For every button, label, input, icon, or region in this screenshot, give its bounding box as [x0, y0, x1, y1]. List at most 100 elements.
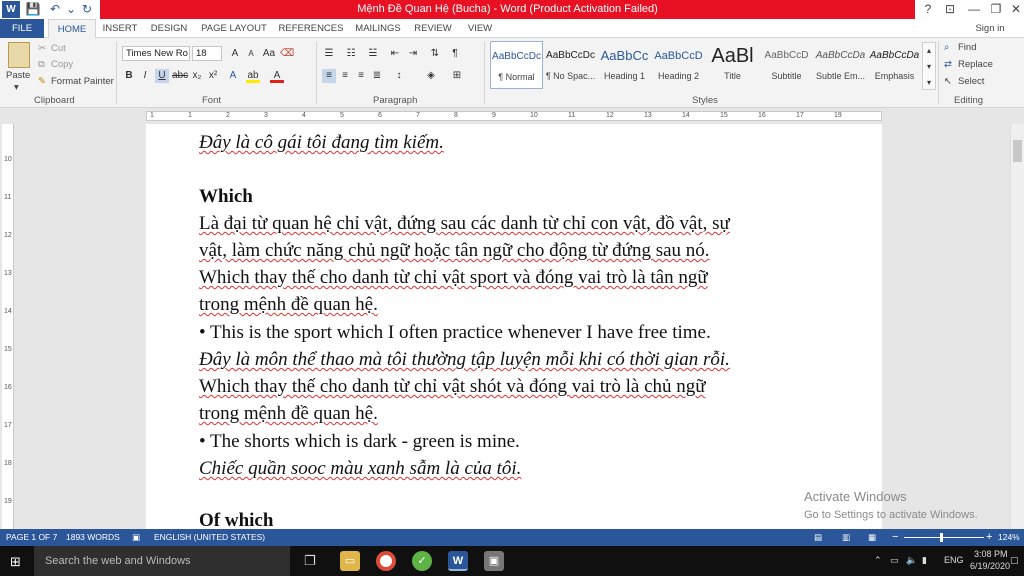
- style-title[interactable]: AaBl Title: [706, 41, 759, 89]
- tab-design[interactable]: DESIGN: [146, 19, 192, 38]
- numbering-icon[interactable]: ☷: [344, 47, 358, 61]
- align-left-icon[interactable]: ≡: [322, 69, 336, 83]
- vertical-ruler[interactable]: 1011121314151617181920: [2, 124, 14, 543]
- document-line[interactable]: Of which: [199, 510, 273, 529]
- volume-icon[interactable]: 🔈: [906, 555, 917, 566]
- document-page[interactable]: Đây là cô gái tôi đang tìm kiếm. Which Là …: [146, 124, 882, 529]
- font-name-combo[interactable]: Times New Ro: [122, 46, 190, 61]
- line-spacing-icon[interactable]: ↕: [392, 69, 406, 83]
- read-mode-icon[interactable]: ▤: [814, 529, 822, 546]
- minimize-button[interactable]: —: [962, 0, 986, 19]
- format-painter-button[interactable]: Format Painter: [51, 76, 114, 87]
- battery-icon[interactable]: ▮: [922, 555, 927, 566]
- multilevel-list-icon[interactable]: ☱: [366, 47, 380, 61]
- document-line[interactable]: Which: [199, 186, 253, 208]
- font-size-combo[interactable]: 18: [192, 46, 222, 61]
- print-layout-icon[interactable]: ▥: [842, 529, 850, 546]
- proofing-icon[interactable]: ▣: [132, 529, 140, 546]
- replace-button[interactable]: Replace: [958, 59, 993, 70]
- superscript-icon[interactable]: x²: [206, 69, 220, 83]
- text-effects-icon[interactable]: A: [226, 69, 240, 83]
- highlight-icon[interactable]: ab: [246, 69, 260, 83]
- bold-icon[interactable]: B: [122, 69, 136, 83]
- show-marks-icon[interactable]: ¶: [448, 47, 462, 61]
- word-app-icon[interactable]: W: [2, 1, 20, 18]
- app-taskbar-icon[interactable]: ▣: [484, 551, 504, 571]
- cut-icon[interactable]: ✂: [38, 43, 46, 54]
- document-line[interactable]: Là đại từ quan hệ chỉ vật, đứng sau các …: [199, 213, 730, 235]
- style-heading-1[interactable]: AaBbCc Heading 1: [598, 41, 651, 89]
- document-line[interactable]: Đây là môn thể thao mà tôi thường tập lu…: [199, 349, 730, 371]
- taskbar-search-box[interactable]: Search the web and Windows: [34, 546, 290, 576]
- word-count[interactable]: 1893 WORDS: [66, 529, 120, 546]
- find-button[interactable]: Find: [958, 42, 976, 53]
- paste-dropdown-icon[interactable]: ▾: [14, 82, 19, 93]
- zoom-out-button[interactable]: −: [892, 529, 898, 546]
- copy-button[interactable]: Copy: [51, 59, 73, 70]
- cut-button[interactable]: Cut: [51, 43, 66, 54]
- font-color-icon[interactable]: A: [270, 69, 284, 83]
- tab-home[interactable]: HOME: [48, 19, 96, 38]
- sign-in-link[interactable]: Sign in: [966, 19, 1014, 38]
- network-icon[interactable]: ▭: [890, 555, 899, 566]
- tab-review[interactable]: REVIEW: [410, 19, 456, 38]
- tab-insert[interactable]: INSERT: [98, 19, 142, 38]
- style-subtle-emphasis[interactable]: AaBbCcDa Subtle Em...: [814, 41, 867, 89]
- page-count[interactable]: PAGE 1 OF 7: [6, 529, 57, 546]
- grow-font-icon[interactable]: A: [228, 47, 242, 61]
- decrease-indent-icon[interactable]: ⇤: [388, 47, 402, 61]
- find-icon[interactable]: ⌕: [944, 42, 949, 53]
- chrome-icon[interactable]: [376, 551, 396, 571]
- shading-icon[interactable]: ◈: [424, 69, 438, 83]
- word-taskbar-icon[interactable]: W: [448, 551, 468, 571]
- web-layout-icon[interactable]: ▦: [868, 529, 876, 546]
- scrollbar-thumb[interactable]: [1013, 140, 1022, 162]
- borders-icon[interactable]: ⊞: [450, 69, 464, 83]
- clear-formatting-icon[interactable]: ⌫: [280, 47, 294, 61]
- style-emphasis[interactable]: AaBbCcDa Emphasis: [868, 41, 921, 89]
- style-subtitle[interactable]: AaBbCcD Subtitle: [760, 41, 813, 89]
- show-hidden-icons[interactable]: ⌃: [874, 555, 882, 566]
- italic-icon[interactable]: I: [138, 69, 152, 83]
- justify-icon[interactable]: ≣: [370, 69, 384, 83]
- replace-icon[interactable]: ⇄: [944, 59, 952, 70]
- styles-scroll-icon[interactable]: ▴ ▾ ▾: [922, 42, 936, 90]
- shrink-font-icon[interactable]: A: [244, 47, 258, 61]
- subscript-icon[interactable]: x₂: [190, 69, 204, 83]
- format-painter-icon[interactable]: ✎: [38, 76, 46, 87]
- document-line[interactable]: Which thay thế cho danh từ chỉ vật sport…: [199, 267, 708, 289]
- zoom-in-button[interactable]: +: [986, 529, 992, 546]
- zoom-slider-track[interactable]: [904, 537, 984, 538]
- change-case-icon[interactable]: Aa: [262, 47, 276, 61]
- ribbon-display-button[interactable]: ⊡: [938, 0, 962, 19]
- document-line[interactable]: Chiếc quần sooc màu xanh sẫm là của tôi.: [199, 458, 521, 480]
- zoom-slider-handle[interactable]: [940, 533, 943, 542]
- save-icon[interactable]: 💾: [24, 1, 42, 18]
- style-heading-2[interactable]: AaBbCcD Heading 2: [652, 41, 705, 89]
- start-windows-icon[interactable]: ⊞: [10, 554, 21, 570]
- select-button[interactable]: Select: [958, 76, 984, 87]
- tab-file[interactable]: FILE: [0, 19, 44, 38]
- sort-icon[interactable]: ⇅: [428, 47, 442, 61]
- task-view-icon[interactable]: ❐: [304, 553, 316, 569]
- zoom-level[interactable]: 124%: [998, 529, 1020, 546]
- clock-time[interactable]: 3:08 PM: [974, 549, 1008, 559]
- paste-button[interactable]: Paste: [6, 70, 30, 81]
- document-line[interactable]: trong mệnh đề quan hệ.: [199, 403, 378, 425]
- style-normal[interactable]: AaBbCcDc ¶ Normal: [490, 41, 543, 89]
- close-button[interactable]: ✕: [1004, 0, 1024, 19]
- document-line[interactable]: Which thay thế cho danh từ chỉ vật shót …: [199, 376, 706, 398]
- document-line[interactable]: • The shorts which is dark - green is mi…: [199, 431, 520, 453]
- select-icon[interactable]: ↖: [944, 76, 952, 87]
- align-center-icon[interactable]: ≡: [338, 69, 352, 83]
- underline-icon[interactable]: U: [155, 69, 169, 83]
- document-line[interactable]: Đây là cô gái tôi đang tìm kiếm.: [199, 132, 444, 154]
- copy-icon[interactable]: ⧉: [38, 59, 45, 70]
- tab-references[interactable]: REFERENCES: [276, 19, 346, 38]
- input-language[interactable]: ENG: [944, 555, 964, 565]
- file-explorer-icon[interactable]: ▭: [340, 551, 360, 571]
- tab-page-layout[interactable]: PAGE LAYOUT: [198, 19, 270, 38]
- bullets-icon[interactable]: ☰: [322, 47, 336, 61]
- style-no-spacing[interactable]: AaBbCcDc ¶ No Spac...: [544, 41, 597, 89]
- strikethrough-icon[interactable]: abc: [172, 69, 188, 83]
